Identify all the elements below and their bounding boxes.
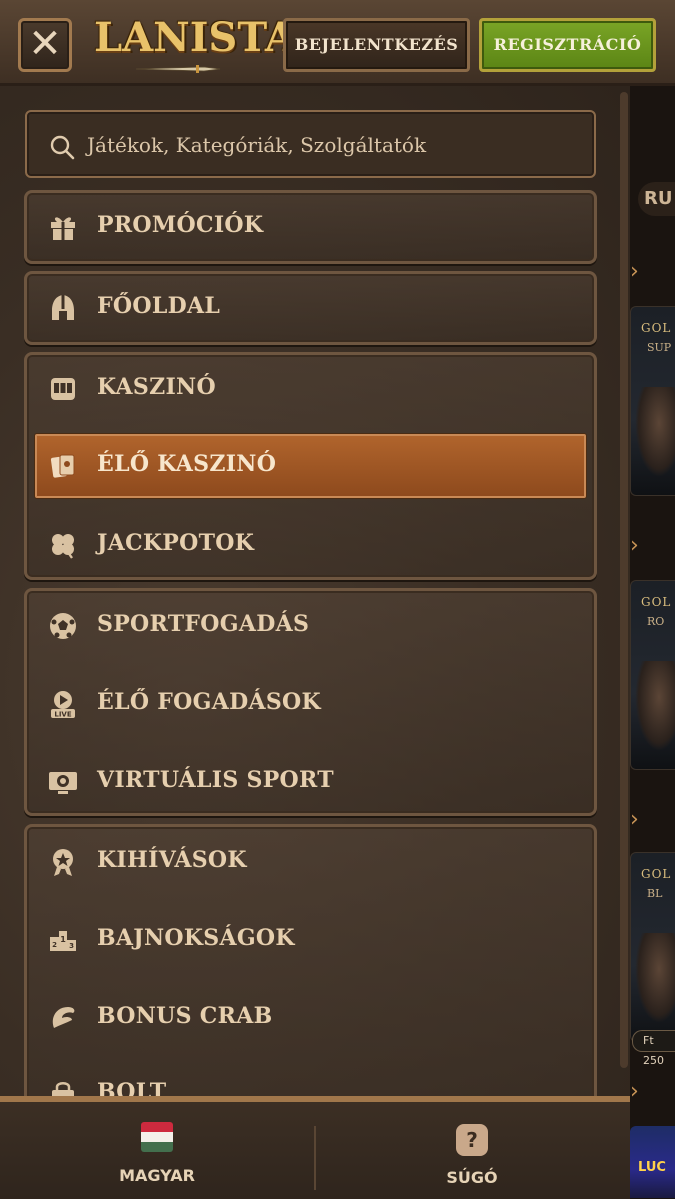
helmet-icon — [52, 295, 74, 320]
help-label: SÚGÓ — [446, 1168, 498, 1187]
language-selector[interactable]: MAGYAR — [100, 1122, 214, 1185]
hungary-flag-icon — [141, 1122, 173, 1152]
divider — [314, 1126, 316, 1190]
virtual-sport-icon — [49, 772, 77, 794]
chevron-right-icon[interactable]: › — [630, 260, 648, 284]
chevron-right-icon[interactable]: › — [630, 808, 648, 832]
cards-icon — [50, 454, 75, 478]
menu-item-home[interactable]: FŐOLDAL — [24, 269, 597, 347]
menu-item-promotions[interactable]: PROMÓCIÓK — [24, 188, 597, 266]
menu-item-bonus-crab[interactable]: BONUS CRAB — [24, 979, 597, 1057]
close-icon: ✕ — [28, 21, 62, 67]
gift-icon — [51, 217, 75, 240]
medal-icon — [53, 849, 73, 876]
side-menu: Játékok, Kategóriák, Szolgáltatók PROMÓC… — [0, 86, 630, 1096]
chevron-right-icon[interactable]: › — [630, 534, 648, 558]
menu-bottom-bar: MAGYAR ? SÚGÓ — [0, 1096, 630, 1199]
top-header: ✕ LANISTA BEJELENTKEZÉS REGISZTRÁCIÓ — [0, 0, 675, 86]
slot-machine-icon — [51, 378, 75, 400]
svg-text:2: 2 — [52, 941, 57, 949]
menu-item-tournaments[interactable]: 1 2 3 BAJNOKSÁGOK — [24, 901, 597, 979]
clover-icon — [52, 534, 74, 559]
search-input[interactable]: Játékok, Kategóriák, Szolgáltatók — [87, 133, 426, 157]
menu-scrollbar[interactable] — [620, 92, 628, 1068]
menu-item-challenges[interactable]: KIHÍVÁSOK — [24, 823, 597, 901]
menu-item-jackpots[interactable]: JACKPOTOK — [24, 506, 597, 584]
menu-item-live-betting[interactable]: LIVE ÉLŐ FOGADÁSOK — [24, 665, 597, 743]
live-play-icon: LIVE — [51, 691, 75, 719]
help-icon: ? — [456, 1124, 488, 1156]
menu-item-casino[interactable]: KASZINÓ — [24, 350, 597, 428]
sword-icon — [135, 65, 221, 73]
shop-bag-icon — [52, 1082, 74, 1096]
svg-text:1: 1 — [60, 935, 66, 944]
close-menu-button[interactable]: ✕ — [18, 18, 72, 72]
background-content-strip: RU › GOL SUP › GOL RO › GOL BL Ft 250 › … — [630, 86, 675, 1199]
login-button[interactable]: BEJELENTKEZÉS — [283, 18, 470, 72]
svg-text:3: 3 — [69, 942, 74, 950]
chevron-right-icon[interactable]: › — [630, 1080, 648, 1104]
menu-item-virtual-sport[interactable]: VIRTUÁLIS SPORT — [24, 743, 597, 821]
register-button[interactable]: REGISZTRÁCIÓ — [479, 18, 656, 72]
game-card[interactable]: GOL RO — [630, 580, 675, 770]
crab-claw-icon — [52, 1007, 75, 1028]
help-button[interactable]: ? SÚGÓ — [415, 1124, 529, 1187]
category-chip[interactable]: RU — [638, 182, 675, 216]
game-card[interactable]: LUC — [630, 1126, 675, 1198]
menu-item-shop[interactable]: BOLT — [24, 1055, 597, 1096]
game-card[interactable]: GOL BL — [630, 852, 675, 1042]
svg-text:LIVE: LIVE — [54, 711, 71, 719]
stake-badge: Ft 250 — [632, 1030, 675, 1067]
soccer-ball-icon — [50, 613, 76, 639]
menu-item-sportsbetting[interactable]: SPORTFOGADÁS — [24, 587, 597, 665]
lanista-logo[interactable]: LANISTA — [94, 12, 296, 74]
game-card[interactable]: GOL SUP — [630, 306, 675, 496]
search-icon — [50, 135, 75, 160]
podium-icon: 1 2 3 — [50, 931, 76, 951]
search-field[interactable]: Játékok, Kategóriák, Szolgáltatók — [25, 110, 596, 178]
language-label: MAGYAR — [119, 1166, 195, 1185]
menu-item-live-casino[interactable]: ÉLŐ KASZINÓ — [24, 431, 597, 509]
